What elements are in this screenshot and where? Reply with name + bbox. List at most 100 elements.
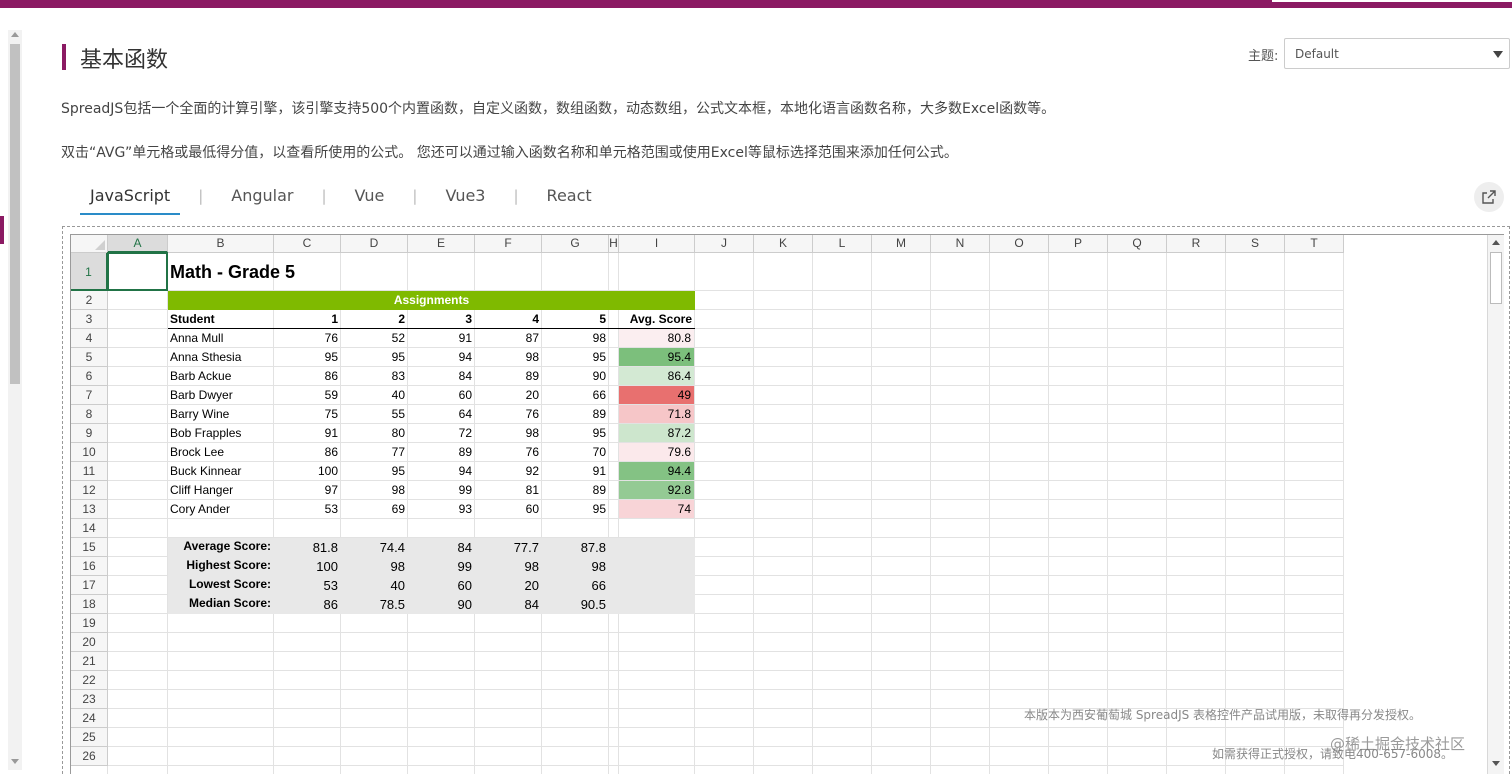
student-name[interactable]: Anna Mull xyxy=(168,329,274,348)
spreadsheet[interactable]: A B C D E F G H I J K L M N O P Q R S T 1 2 3 4 5 6 7 8 9 10 11 12 13 14 1… xyxy=(70,234,1504,774)
score-cell[interactable]: 94 xyxy=(408,462,475,481)
page-scroll-up-icon[interactable] xyxy=(11,32,19,37)
summary-value[interactable]: 90 xyxy=(408,595,475,614)
score-cell[interactable]: 59 xyxy=(274,386,341,405)
column-header-l[interactable]: L xyxy=(813,235,872,253)
page-scroll-thumb[interactable] xyxy=(10,44,20,384)
column-header-n[interactable]: N xyxy=(931,235,990,253)
score-cell[interactable]: 60 xyxy=(475,500,542,519)
summary-value[interactable]: 100 xyxy=(274,557,341,576)
row-header-8[interactable]: 8 xyxy=(71,405,108,424)
row-header-22[interactable]: 22 xyxy=(71,671,108,690)
score-cell[interactable]: 89 xyxy=(542,481,609,500)
score-cell[interactable]: 98 xyxy=(341,481,408,500)
score-cell[interactable]: 69 xyxy=(341,500,408,519)
column-header-t[interactable]: T xyxy=(1285,235,1344,253)
summary-value[interactable]: 66 xyxy=(542,576,609,595)
score-cell[interactable]: 95 xyxy=(542,500,609,519)
column-header-h[interactable]: H xyxy=(609,235,619,253)
student-name[interactable]: Bob Frapples xyxy=(168,424,274,443)
column-header-c[interactable]: C xyxy=(274,235,341,253)
row-header-9[interactable]: 9 xyxy=(71,424,108,443)
row-header-23[interactable]: 23 xyxy=(71,690,108,709)
score-cell[interactable]: 95 xyxy=(542,348,609,367)
score-cell[interactable]: 95 xyxy=(542,424,609,443)
row-header-7[interactable]: 7 xyxy=(71,386,108,405)
row-header-15[interactable]: 15 xyxy=(71,538,108,557)
score-cell[interactable]: 83 xyxy=(341,367,408,386)
theme-select[interactable]: Default xyxy=(1284,38,1510,69)
row-header-13[interactable]: 13 xyxy=(71,500,108,519)
column-header-r[interactable]: R xyxy=(1167,235,1226,253)
row-header-12[interactable]: 12 xyxy=(71,481,108,500)
avg-score-cell[interactable]: 74 xyxy=(619,500,694,518)
score-cell[interactable]: 87 xyxy=(475,329,542,348)
sheet-scroll-thumb[interactable] xyxy=(1490,252,1502,304)
score-cell[interactable]: 70 xyxy=(542,443,609,462)
row-header-6[interactable]: 6 xyxy=(71,367,108,386)
avg-score-cell[interactable]: 86.4 xyxy=(619,367,694,385)
column-header-m[interactable]: M xyxy=(872,235,931,253)
score-cell[interactable]: 89 xyxy=(542,405,609,424)
score-cell[interactable]: 90 xyxy=(542,367,609,386)
column-header-q[interactable]: Q xyxy=(1108,235,1167,253)
score-cell[interactable]: 75 xyxy=(274,405,341,424)
select-all-corner[interactable] xyxy=(71,235,108,253)
score-cell[interactable]: 89 xyxy=(408,443,475,462)
score-cell[interactable]: 72 xyxy=(408,424,475,443)
summary-value[interactable]: 20 xyxy=(475,576,542,595)
row-header-16[interactable]: 16 xyxy=(71,557,108,576)
summary-value[interactable]: 78.5 xyxy=(341,595,408,614)
tab-angular[interactable]: Angular xyxy=(221,182,303,213)
score-cell[interactable]: 89 xyxy=(475,367,542,386)
row-header-10[interactable]: 10 xyxy=(71,443,108,462)
column-header-i[interactable]: I xyxy=(619,235,695,253)
column-header-e[interactable]: E xyxy=(408,235,475,253)
student-name[interactable]: Anna Sthesia xyxy=(168,348,274,367)
scroll-down-arrow-icon[interactable] xyxy=(1492,761,1500,766)
scroll-up-arrow-icon[interactable] xyxy=(1492,240,1500,245)
score-cell[interactable]: 95 xyxy=(274,348,341,367)
summary-value[interactable]: 40 xyxy=(341,576,408,595)
summary-value[interactable]: 74.4 xyxy=(341,538,408,557)
score-cell[interactable]: 98 xyxy=(542,329,609,348)
student-name[interactable]: Buck Kinnear xyxy=(168,462,274,481)
score-cell[interactable]: 91 xyxy=(274,424,341,443)
score-cell[interactable]: 92 xyxy=(475,462,542,481)
score-cell[interactable]: 77 xyxy=(341,443,408,462)
row-header-1[interactable]: 1 xyxy=(71,253,108,291)
score-cell[interactable]: 52 xyxy=(341,329,408,348)
score-cell[interactable]: 93 xyxy=(408,500,475,519)
avg-score-cell[interactable]: 71.8 xyxy=(619,405,694,423)
tab-vue3[interactable]: Vue3 xyxy=(435,182,495,213)
summary-value[interactable]: 99 xyxy=(408,557,475,576)
score-cell[interactable]: 100 xyxy=(274,462,341,481)
avg-score-cell[interactable]: 87.2 xyxy=(619,424,694,442)
score-cell[interactable]: 76 xyxy=(274,329,341,348)
avg-score-cell[interactable]: 80.8 xyxy=(619,329,694,347)
score-cell[interactable]: 86 xyxy=(274,367,341,386)
row-header-14[interactable]: 14 xyxy=(71,519,108,538)
score-cell[interactable]: 20 xyxy=(475,386,542,405)
summary-value[interactable]: 53 xyxy=(274,576,341,595)
column-header-k[interactable]: K xyxy=(754,235,813,253)
student-name[interactable]: Cory Ander xyxy=(168,500,274,519)
score-cell[interactable]: 80 xyxy=(341,424,408,443)
score-cell[interactable]: 86 xyxy=(274,443,341,462)
score-cell[interactable]: 91 xyxy=(542,462,609,481)
score-cell[interactable]: 94 xyxy=(408,348,475,367)
row-header-20[interactable]: 20 xyxy=(71,633,108,652)
column-header-b[interactable]: B xyxy=(168,235,274,253)
row-header-24[interactable]: 24 xyxy=(71,709,108,728)
tab-react[interactable]: React xyxy=(537,182,602,213)
row-header-4[interactable]: 4 xyxy=(71,329,108,348)
student-name[interactable]: Barb Ackue xyxy=(168,367,274,386)
score-cell[interactable]: 81 xyxy=(475,481,542,500)
row-header-3[interactable]: 3 xyxy=(71,310,108,329)
open-in-new-window-button[interactable] xyxy=(1474,182,1504,212)
summary-value[interactable]: 84 xyxy=(475,595,542,614)
avg-score-cell[interactable]: 79.6 xyxy=(619,443,694,461)
summary-value[interactable]: 98 xyxy=(542,557,609,576)
selected-cell-a1[interactable] xyxy=(107,252,168,291)
avg-score-cell[interactable]: 94.4 xyxy=(619,462,694,480)
